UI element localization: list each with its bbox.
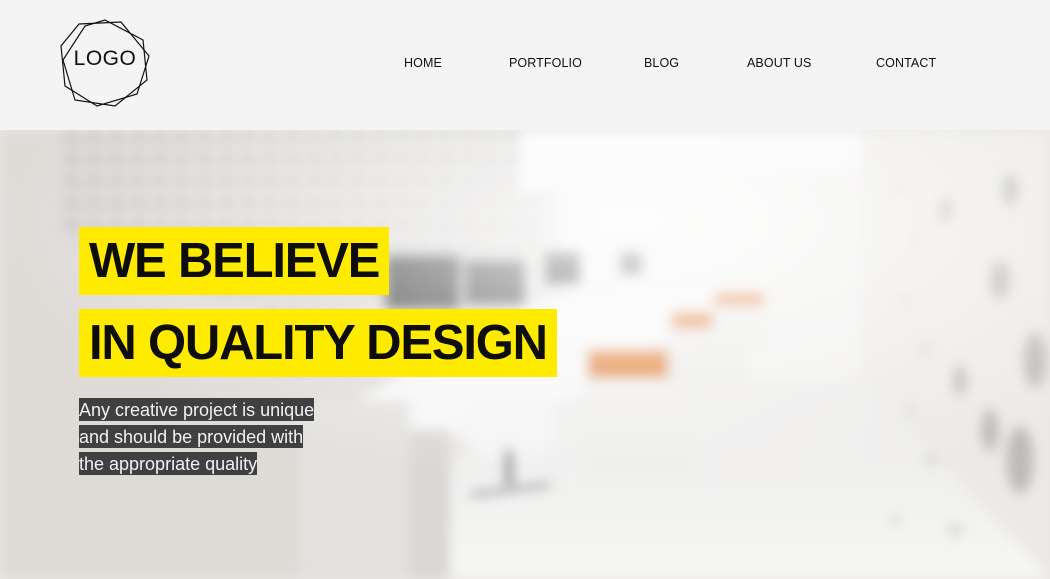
hero-subtitle-line-1: Any creative project is unique (79, 398, 315, 421)
hero-subtitle-line-2: and should be provided with (79, 425, 304, 448)
hero-section: WE BELIEVE IN QUALITY DESIGN Any creativ… (0, 130, 1050, 579)
hero-headline-line-2: IN QUALITY DESIGN (79, 309, 557, 377)
nav-blog[interactable]: BLOG (644, 56, 679, 70)
main-nav: HOME PORTFOLIO BLOG ABOUT US CONTACT (0, 56, 1050, 72)
nav-about-us[interactable]: ABOUT US (747, 56, 811, 70)
nav-portfolio[interactable]: PORTFOLIO (509, 56, 582, 70)
hero-subtitle-line-3: the appropriate quality (79, 452, 258, 475)
site-header: LOGO HOME PORTFOLIO BLOG ABOUT US CONTAC… (0, 0, 1050, 130)
nav-home[interactable]: HOME (404, 56, 442, 70)
hero-headline-line-1: WE BELIEVE (79, 227, 390, 295)
nav-contact[interactable]: CONTACT (876, 56, 936, 70)
